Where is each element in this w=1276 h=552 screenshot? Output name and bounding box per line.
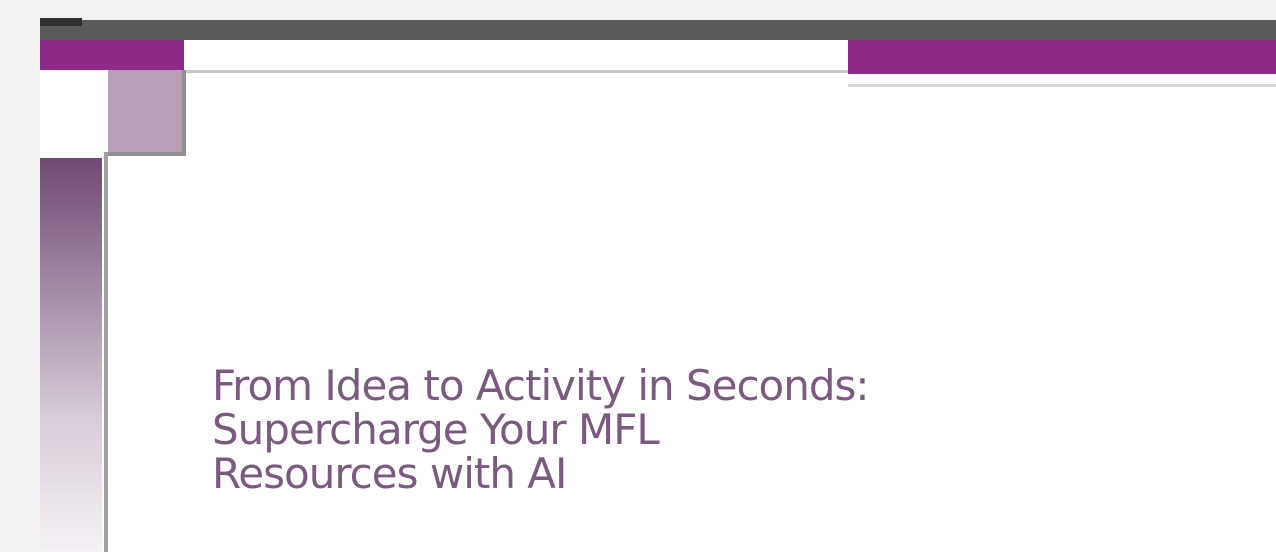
viewer-top-bar (40, 20, 1276, 40)
square-border-right (182, 70, 186, 156)
decorative-mauve-square (108, 70, 182, 154)
top-bar-handle (40, 18, 82, 26)
accent-bar-top-right (848, 40, 1276, 74)
decorative-white-square (40, 70, 104, 152)
accent-bar-top-left (40, 40, 184, 70)
slide-title-line: From Idea to Activity in Seconds: (212, 361, 870, 410)
slide-title-line: Resources with AI (212, 449, 567, 498)
right-divider-line (848, 84, 1276, 87)
slide-canvas[interactable]: From Idea to Activity in Seconds: Superc… (40, 40, 1276, 552)
slide-title-line: Supercharge Your MFL (212, 405, 660, 454)
square-border-bottom (104, 152, 186, 156)
slide-title: From Idea to Activity in Seconds: Superc… (212, 361, 870, 498)
decorative-gradient-column (40, 158, 102, 552)
top-divider-line (184, 70, 848, 73)
vertical-divider-line (104, 152, 108, 552)
presentation-viewer: From Idea to Activity in Seconds: Superc… (0, 0, 1276, 552)
